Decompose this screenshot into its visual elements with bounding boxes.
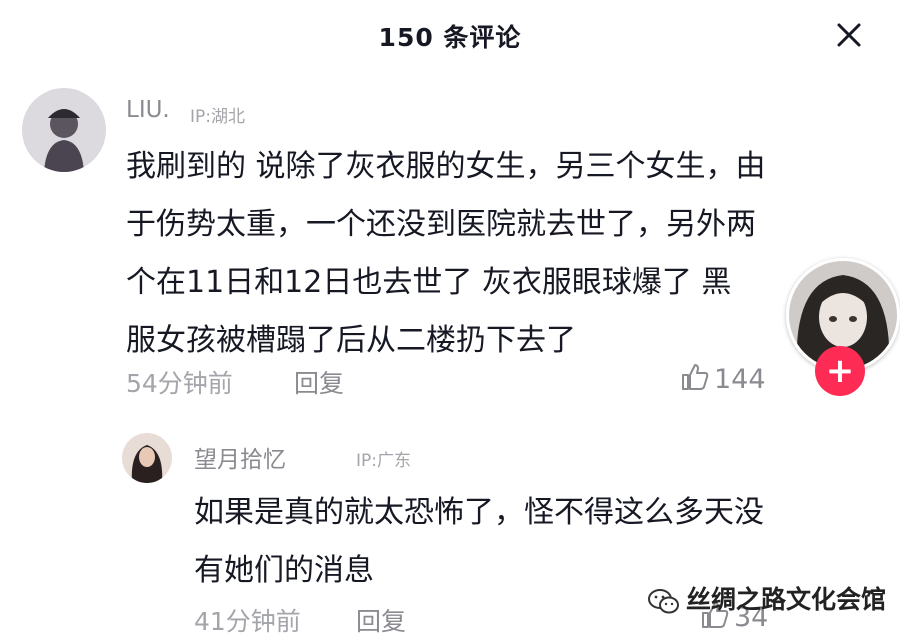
comment-username[interactable]: LIU. [126,97,170,123]
comment-timestamp: 54分钟前 [126,369,233,398]
thumbs-up-icon [682,364,709,390]
watermark-text: 丝绸之路文化会馆 [686,585,887,614]
comment-text: 我刷到的 说除了灰衣服的女生，另三个女生，由 于伤势太重，一个还没到医院就去世了… [126,138,766,370]
comment-ip-location: IP:广东 [356,451,411,471]
comment-text-line: 服女孩被槽蹋了后从二楼扔下去了 [126,323,576,358]
like-count: 144 [714,364,766,395]
watermark: 丝绸之路文化会馆 [648,580,886,616]
avatar[interactable] [22,88,106,172]
comments-count-title: 150 条评论 [378,23,522,52]
comment-username[interactable]: 望月拾忆 [194,440,286,474]
comment-text-line: 于伤势太重，一个还没到医院就去世了，另外两 [126,207,756,242]
comment-timestamp: 41分钟前 [194,607,301,636]
comment-text-line: 如果是真的就太恐怖了，怪不得这么多天没 [194,495,764,530]
reply-button[interactable]: 回复 [356,602,406,638]
close-button[interactable] [832,18,866,52]
comment-text-line: 我刷到的 说除了灰衣服的女生，另三个女生，由 [126,149,766,184]
comment-ip-location: IP:湖北 [190,107,245,127]
comment-text-line: 个在11日和12日也去世了 灰衣服眼球爆了 黑 [126,265,732,300]
avatar[interactable] [122,433,172,483]
close-icon [837,23,861,47]
wechat-icon [648,589,679,614]
reply-button[interactable]: 回复 [294,364,344,400]
follow-button[interactable]: + [815,346,865,396]
like-button[interactable]: 144 [680,362,766,395]
